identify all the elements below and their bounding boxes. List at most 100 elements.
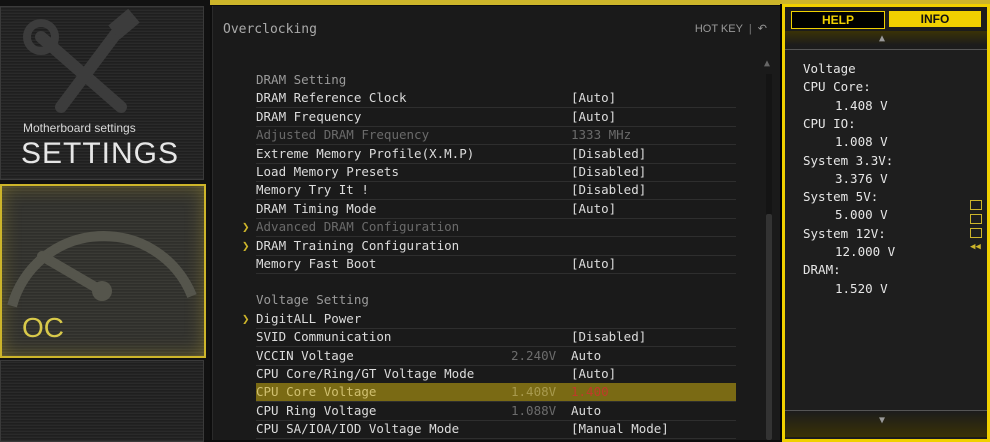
sidebar-item-settings[interactable]: Motherboard settings SETTINGS <box>0 6 204 180</box>
current-value: 1.088V <box>511 402 557 418</box>
chevron-right-icon: ❯ <box>242 237 250 253</box>
setting-row[interactable]: CPU Core/Ring/GT Voltage Mode [Auto] <box>256 365 736 384</box>
setting-label: Memory Fast Boot <box>256 256 377 271</box>
tools-icon <box>23 8 140 113</box>
setting-label: CPU Ring Voltage <box>256 402 377 418</box>
setting-row[interactable]: ❯ DigitALL Power <box>242 310 736 329</box>
hotkey-label[interactable]: HOT KEY <box>695 23 743 35</box>
info-label: CPU IO: <box>803 115 856 131</box>
info-value: 12.000 V <box>835 244 896 259</box>
setting-value[interactable]: 1.400 <box>571 383 609 401</box>
setting-row[interactable]: Load Memory Presets [Disabled] <box>256 163 736 182</box>
setting-label: Load Memory Presets <box>256 164 399 179</box>
setting-value[interactable]: [Disabled] <box>571 163 646 181</box>
setting-value[interactable]: Auto <box>571 402 601 420</box>
tab-info[interactable]: INFO <box>889 11 981 27</box>
settings-subtitle: Motherboard settings <box>23 121 136 135</box>
help-info-panel: HELP INFO ▲ Voltage CPU Core: 1.408 V CPU I… <box>780 4 990 442</box>
setting-row[interactable]: Memory Try It ! [Disabled] <box>256 181 736 201</box>
setting-value[interactable]: 1333 MHz <box>571 126 631 144</box>
gauge-icon <box>7 230 197 308</box>
setting-value[interactable]: [Auto] <box>571 108 616 126</box>
undo-icon[interactable]: ↶ <box>758 23 767 35</box>
info-label: Voltage <box>803 61 856 76</box>
setting-label: CPU SA/IOA/IOD Voltage Mode <box>256 421 460 437</box>
scroll-down-handle-icon[interactable]: ▼ <box>879 415 885 426</box>
setting-value[interactable]: [Disabled] <box>571 328 646 346</box>
info-label: System 3.3V: <box>803 152 894 168</box>
setting-row[interactable]: DRAM Frequency [Auto] <box>256 108 736 127</box>
current-value: 1.408V <box>511 384 557 400</box>
setting-row[interactable]: DRAM Reference Clock [Auto] <box>256 89 736 109</box>
setting-row[interactable]: Adjusted DRAM Frequency 1333 MHz <box>256 126 736 146</box>
setting-value[interactable]: [Disabled] <box>571 145 646 163</box>
setting-row[interactable]: DRAM Timing Mode [Auto] <box>256 200 736 219</box>
setting-label: Voltage Setting <box>256 292 369 308</box>
overclocking-panel: Overclocking HOT KEY | ↶ DRAM Setting DRAM … <box>212 6 781 440</box>
setting-label: CPU Core/Ring/GT Voltage Mode <box>256 366 475 381</box>
tab-help[interactable]: HELP <box>791 11 885 29</box>
marker-box <box>970 200 982 210</box>
setting-label: VCCIN Voltage <box>256 347 354 363</box>
setting-value[interactable]: [Auto] <box>571 89 616 107</box>
settings-title: SETTINGS <box>21 137 180 170</box>
hotkey-separator: | <box>748 23 752 35</box>
setting-label: Advanced DRAM Configuration <box>256 219 460 235</box>
hotkey-bar: HOT KEY | ↶ <box>695 22 767 35</box>
info-top-bar <box>785 31 987 45</box>
setting-label: Memory Try It ! <box>256 182 369 198</box>
setting-value[interactable]: [Auto] <box>571 200 616 218</box>
info-label: CPU Core: <box>803 79 871 95</box>
section-header: DRAM Setting <box>256 71 736 89</box>
triangle-up-icon[interactable]: ▲ <box>764 58 770 69</box>
setting-label: DRAM Setting <box>256 72 347 87</box>
info-label: System 5V: <box>803 189 879 205</box>
setting-label: Extreme Memory Profile(X.M.P) <box>256 145 475 161</box>
setting-row[interactable]: SVID Communication [Disabled] <box>256 328 736 348</box>
info-value: 5.000 V <box>835 207 888 223</box>
oc-title: OC <box>22 312 64 343</box>
setting-row[interactable]: CPU SA/IOA/IOD Voltage Mode [Manual Mode] <box>256 420 736 440</box>
setting-label: DRAM Reference Clock <box>256 90 407 106</box>
setting-row[interactable]: CPU Ring Voltage 1.088V Auto <box>256 402 736 421</box>
sidebar-item-oc[interactable]: OC <box>0 184 206 358</box>
sidebar-item-next[interactable] <box>0 360 204 442</box>
info-value: 1.008 V <box>835 134 888 150</box>
setting-label: Adjusted DRAM Frequency <box>256 127 430 143</box>
info-bottom-bar <box>785 411 987 437</box>
setting-value[interactable]: [Manual Mode] <box>571 420 669 438</box>
scroll-thumb[interactable] <box>766 214 772 440</box>
setting-label: CPU Core Voltage <box>256 384 377 400</box>
chevron-right-icon: ❯ <box>242 310 250 326</box>
page-title: Overclocking <box>223 22 317 37</box>
info-value: 3.376 V <box>835 170 888 186</box>
setting-label: SVID Communication <box>256 329 392 345</box>
setting-label: DRAM Frequency <box>256 108 362 124</box>
info-value: 1.408 V <box>835 97 888 113</box>
scroll-up-handle-icon[interactable]: ▲ <box>879 33 885 44</box>
setting-label: DRAM Training Configuration <box>256 237 460 253</box>
setting-value[interactable]: [Disabled] <box>571 181 646 199</box>
setting-row[interactable]: CPU Core Voltage 1.408V 1.400 <box>256 383 736 403</box>
scroll-track[interactable] <box>766 74 772 440</box>
info-value: 1.520 V <box>835 280 888 296</box>
setting-value[interactable]: Auto <box>571 347 601 365</box>
panel-collapse-markers[interactable]: ◀◀ <box>970 200 982 252</box>
setting-row[interactable]: VCCIN Voltage 2.240V Auto <box>256 347 736 366</box>
collapse-arrows-icon[interactable]: ◀◀ <box>970 242 982 252</box>
setting-row[interactable]: Memory Fast Boot [Auto] <box>256 255 736 274</box>
setting-value[interactable]: [Auto] <box>571 255 616 273</box>
setting-row[interactable]: ❯ Advanced DRAM Configuration <box>242 218 736 238</box>
scrollbar[interactable]: ▲ <box>764 58 774 440</box>
chevron-right-icon: ❯ <box>242 219 250 235</box>
setting-value[interactable]: [Auto] <box>571 365 616 383</box>
marker-box <box>970 214 982 224</box>
setting-row[interactable]: ❯ DRAM Training Configuration <box>242 237 736 256</box>
setting-label: DigitALL Power <box>256 310 362 326</box>
info-content: Voltage CPU Core: 1.408 V CPU IO: 1.008 V Sys… <box>785 49 987 411</box>
setting-label: DRAM Timing Mode <box>256 200 377 216</box>
info-label: DRAM: <box>803 262 841 278</box>
section-header: Voltage Setting <box>256 291 736 309</box>
sidebar: Motherboard settings SETTINGS OC <box>0 0 210 442</box>
setting-row[interactable]: Extreme Memory Profile(X.M.P) [Disabled] <box>256 145 736 164</box>
